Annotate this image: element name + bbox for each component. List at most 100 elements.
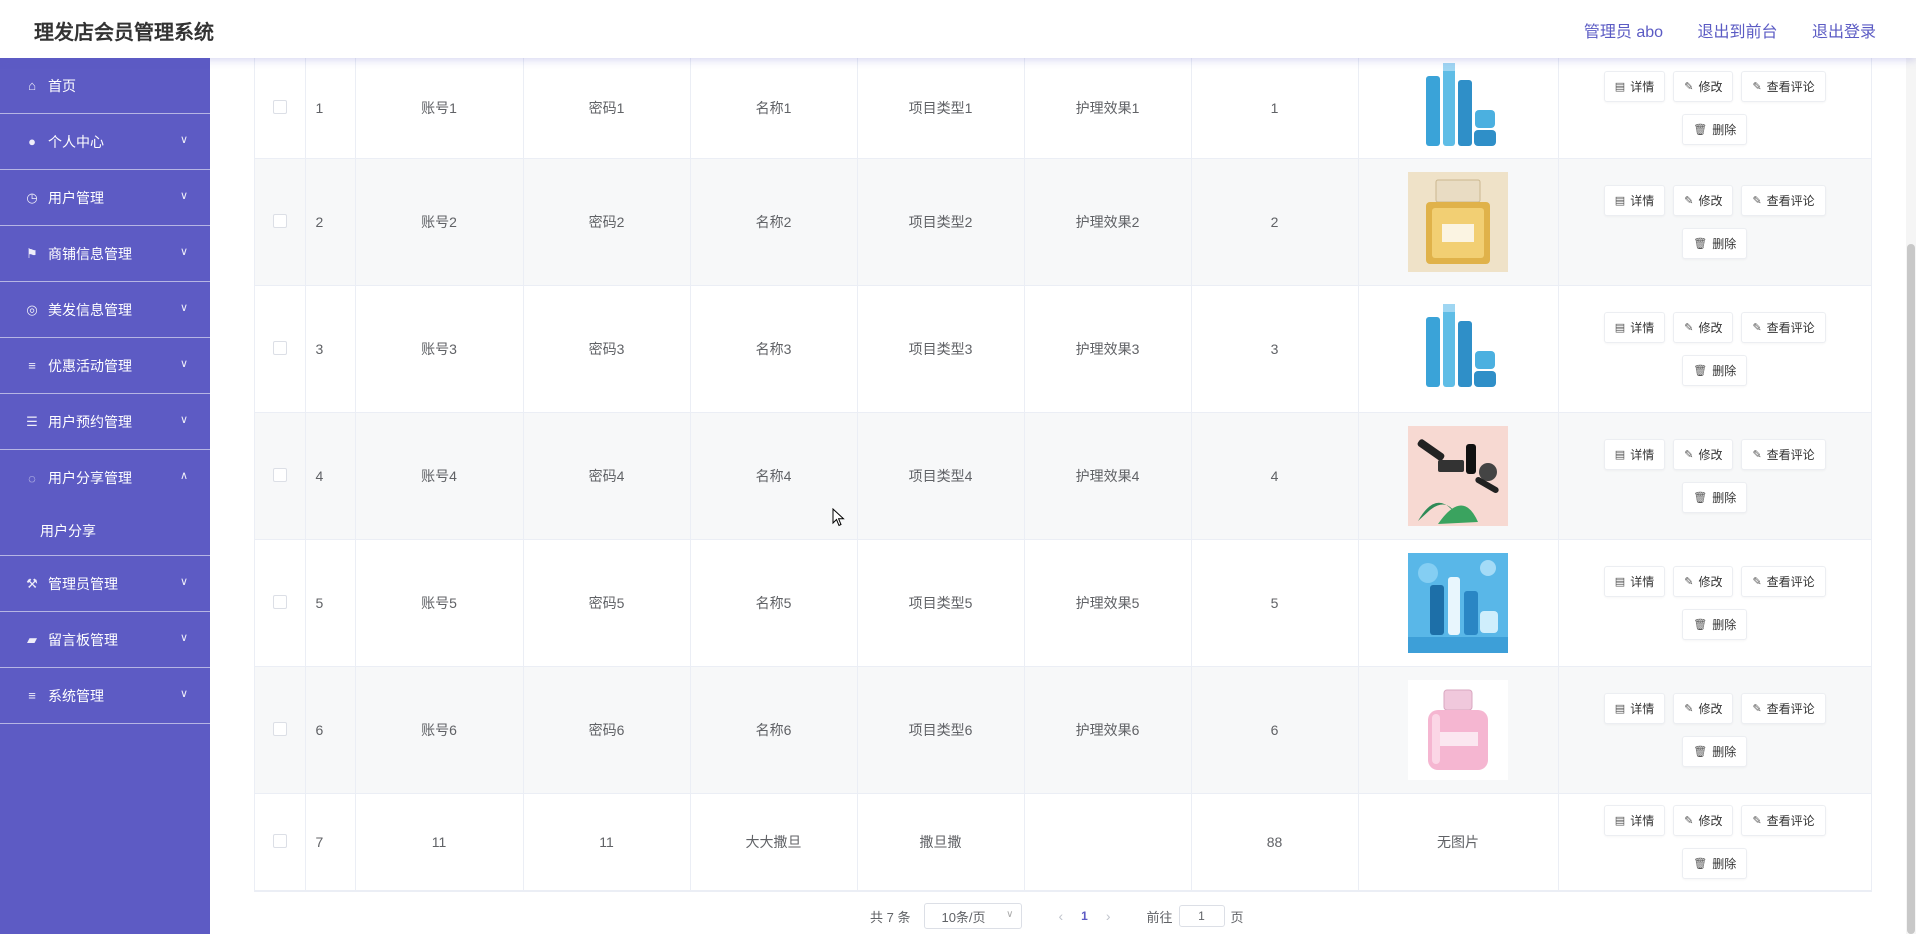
sidebar-item-system-management[interactable]: ≡ 系统管理 ∨ — [0, 668, 210, 724]
image-cell — [1358, 412, 1559, 540]
sidebar-item-label: 用户预约管理 — [48, 413, 132, 430]
edit-button[interactable]: ✎ 修改 — [1673, 805, 1734, 836]
delete-button[interactable]: 🗑 删除 — [1682, 482, 1748, 513]
logout-link[interactable]: 退出登录 — [1812, 24, 1876, 41]
detail-button[interactable]: ▤ 详情 — [1603, 185, 1666, 216]
row-checkbox-cell[interactable] — [255, 539, 306, 667]
mouse-cursor-icon — [832, 508, 845, 527]
prev-page-button[interactable]: ‹ — [1058, 908, 1063, 924]
delete-button[interactable]: 🗑 删除 — [1682, 848, 1748, 879]
view-comments-button[interactable]: ✎ 查看评论 — [1741, 312, 1826, 343]
row-checkbox[interactable] — [272, 99, 287, 114]
name-cell: 名称2 — [690, 158, 858, 286]
password-cell: 11 — [523, 793, 691, 891]
scrollbar-thumb[interactable] — [1907, 244, 1915, 934]
sidebar-item-shop-info[interactable]: ⚑ 商铺信息管理 ∨ — [0, 226, 210, 282]
row-checkbox[interactable] — [272, 467, 287, 482]
password-cell: 密码5 — [523, 539, 691, 667]
table-row: 6 账号6 密码6 名称6 项目类型6 护理效果6 6 ▤ 详情 ✎ 修改 ✎ 查看评论 🗑 删除 — [255, 666, 1871, 794]
delete-button[interactable]: 🗑 删除 — [1682, 736, 1748, 767]
row-checkbox-cell[interactable] — [255, 158, 306, 286]
edit-button[interactable]: ✎ 修改 — [1673, 693, 1734, 724]
chevron-down-icon: ∨ — [179, 688, 188, 700]
row-checkbox-cell[interactable] — [255, 58, 306, 159]
product-image — [1359, 426, 1558, 526]
sidebar-item-message-board[interactable]: ▰ 留言板管理 ∨ — [0, 612, 210, 668]
view-comments-button[interactable]: ✎ 查看评论 — [1741, 566, 1826, 597]
delete-button[interactable]: 🗑 删除 — [1682, 228, 1748, 259]
next-page-button[interactable]: › — [1106, 908, 1111, 924]
image-cell: 无图片 — [1358, 793, 1559, 891]
row-index: 6 — [305, 666, 356, 794]
password-cell: 密码1 — [523, 58, 691, 159]
account-cell: 账号5 — [355, 539, 524, 667]
table-row: 2 账号2 密码2 名称2 项目类型2 护理效果2 2 ▤ 详情 ✎ 修改 ✎ 查看评论 🗑 删除 — [255, 158, 1871, 286]
row-checkbox[interactable] — [272, 594, 287, 609]
name-cell: 名称5 — [690, 539, 858, 667]
sidebar-item-user-sharing[interactable]: ◌ 用户分享管理 ∧ — [0, 450, 210, 506]
sidebar-item-appointments[interactable]: ☰ 用户预约管理 ∨ — [0, 394, 210, 450]
row-checkbox-cell[interactable] — [255, 412, 306, 540]
view-comments-button[interactable]: ✎ 查看评论 — [1741, 805, 1826, 836]
sidebar-item-hair-info[interactable]: ◎ 美发信息管理 ∨ — [0, 282, 210, 338]
detail-button[interactable]: ▤ 详情 — [1603, 312, 1666, 343]
actions-cell: ▤ 详情 ✎ 修改 ✎ 查看评论 🗑 删除 — [1558, 666, 1871, 794]
row-checkbox[interactable] — [272, 833, 287, 848]
actions-cell: ▤ 详情 ✎ 修改 ✎ 查看评论 🗑 删除 — [1558, 285, 1871, 413]
to-front-link[interactable]: 退出到前台 — [1698, 24, 1778, 41]
row-checkbox[interactable] — [272, 721, 287, 736]
actions-cell: ▤ 详情 ✎ 修改 ✎ 查看评论 🗑 删除 — [1558, 412, 1871, 540]
edit-button[interactable]: ✎ 修改 — [1673, 185, 1734, 216]
detail-button[interactable]: ▤ 详情 — [1603, 805, 1666, 836]
sidebar-item-promotions[interactable]: ≡ 优惠活动管理 ∨ — [0, 338, 210, 394]
view-comments-button[interactable]: ✎ 查看评论 — [1741, 185, 1826, 216]
name-cell: 名称1 — [690, 58, 858, 159]
goto-page-input[interactable]: 1 — [1178, 905, 1225, 927]
chevron-down-icon: ∨ — [179, 632, 188, 644]
pagination-total: 共 7 条 — [870, 909, 911, 925]
app-title: 理发店会员管理系统 — [34, 22, 214, 44]
view-comments-button[interactable]: ✎ 查看评论 — [1741, 693, 1826, 724]
target-icon: ◌ — [28, 470, 36, 486]
page-number-current[interactable]: 1 — [1081, 909, 1088, 923]
page-size-select[interactable]: 10条/页 ∨ — [924, 903, 1023, 929]
type-cell: 项目类型1 — [857, 58, 1025, 159]
sidebar-item-label: 美发信息管理 — [48, 301, 132, 318]
row-checkbox-cell[interactable] — [255, 285, 306, 413]
detail-button[interactable]: ▤ 详情 — [1603, 566, 1666, 597]
row-checkbox[interactable] — [272, 340, 287, 355]
chevron-down-icon: ∨ — [179, 576, 188, 588]
row-checkbox-cell[interactable] — [255, 793, 306, 891]
edit-button[interactable]: ✎ 修改 — [1673, 566, 1734, 597]
view-comments-button[interactable]: ✎ 查看评论 — [1741, 71, 1826, 102]
delete-button[interactable]: 🗑 删除 — [1682, 355, 1748, 386]
delete-button[interactable]: 🗑 删除 — [1682, 114, 1748, 145]
edit-button[interactable]: ✎ 修改 — [1673, 312, 1734, 343]
view-comments-button[interactable]: ✎ 查看评论 — [1741, 439, 1826, 470]
row-checkbox[interactable] — [272, 213, 287, 228]
delete-button[interactable]: 🗑 删除 — [1682, 609, 1748, 640]
count-cell: 3 — [1191, 285, 1359, 413]
detail-button[interactable]: ▤ 详情 — [1603, 439, 1666, 470]
table-row: 1 账号1 密码1 名称1 项目类型1 护理效果1 1 ▤ 详情 ✎ 修改 ✎ 查看评论 🗑 删除 — [255, 58, 1871, 159]
count-cell: 6 — [1191, 666, 1359, 794]
image-cell — [1358, 539, 1559, 667]
type-cell: 项目类型5 — [857, 539, 1025, 667]
sidebar-subitem-label: 用户分享 — [40, 522, 96, 539]
sidebar-item-personal-center[interactable]: ● 个人中心 ∨ — [0, 114, 210, 170]
detail-button[interactable]: ▤ 详情 — [1603, 71, 1666, 102]
name-cell: 名称6 — [690, 666, 858, 794]
row-checkbox-cell[interactable] — [255, 666, 306, 794]
sidebar-item-home[interactable]: ⌂ 首页 — [0, 58, 210, 114]
sidebar-item-label: 系统管理 — [48, 687, 104, 704]
type-cell: 撒旦撒 — [857, 793, 1025, 891]
sidebar-item-admin-management[interactable]: ⚒ 管理员管理 ∨ — [0, 556, 210, 612]
sidebar-item-user-management[interactable]: ◷ 用户管理 ∨ — [0, 170, 210, 226]
edit-button[interactable]: ✎ 修改 — [1673, 439, 1734, 470]
detail-button[interactable]: ▤ 详情 — [1603, 693, 1666, 724]
sidebar-subitem-user-share[interactable]: 用户分享 — [0, 506, 210, 556]
edit-button[interactable]: ✎ 修改 — [1673, 71, 1734, 102]
vertical-scrollbar[interactable] — [1906, 58, 1916, 934]
chevron-down-icon: ∨ — [179, 246, 188, 258]
sidebar-item-label: 用户管理 — [48, 189, 104, 206]
